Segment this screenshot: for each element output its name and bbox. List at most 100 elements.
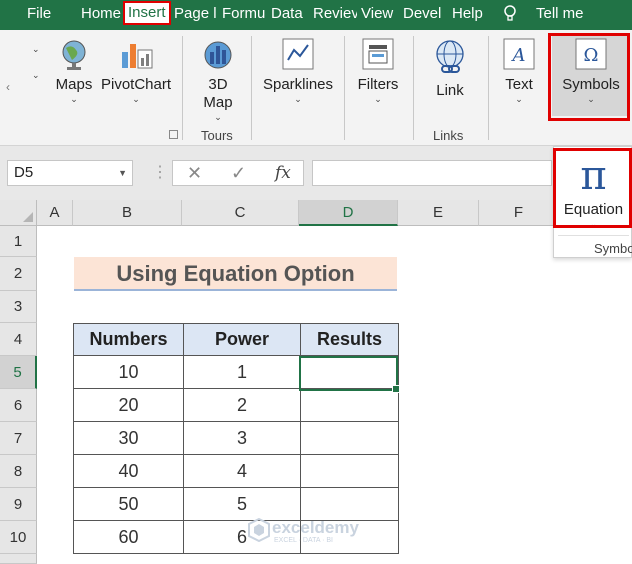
row-header-5[interactable]: 5 [0,356,37,389]
chevron-down-icon: ⌄ [515,94,523,104]
cell-result[interactable] [300,487,399,521]
chevron-down-icon[interactable]: ⌄ [32,44,40,55]
row-header-10[interactable]: 10 [0,521,37,554]
name-box[interactable]: D5 ▼ [7,160,133,186]
pivotchart-button[interactable]: PivotChart ⌄ [100,38,172,104]
group-divider [488,36,489,140]
excel-window: File Home Insert Page l Formu Data Revie… [0,0,632,564]
row-header-4[interactable]: 4 [0,323,37,356]
watermark-tagline: EXCEL · DATA · BI [274,537,333,544]
cell-number[interactable]: 10 [73,355,184,389]
tab-review[interactable]: Reviev [313,0,357,30]
scroll-left-icon[interactable]: ‹ [6,80,10,94]
exceldemy-watermark: exceldemy EXCEL · DATA · BI [248,517,359,547]
sparklines-button[interactable]: Sparklines ⌄ [260,36,336,104]
svg-text:A: A [511,45,526,66]
column-header-a[interactable]: A [37,200,73,226]
row-header-6[interactable]: 6 [0,389,37,422]
group-divider [413,36,414,140]
tab-home[interactable]: Home [81,0,121,30]
highlight-symbols [548,33,630,121]
row-header-3[interactable]: 3 [0,291,37,323]
filters-label: Filters [357,76,399,93]
sparklines-icon [282,38,314,70]
link-icon [436,40,464,73]
tab-file[interactable]: File [27,0,55,30]
text-button[interactable]: A Text ⌄ [496,36,542,104]
cell-result[interactable] [300,421,399,455]
select-all-button[interactable] [0,200,37,226]
3d-map-icon [204,41,232,69]
tab-formulas[interactable]: Formu [222,0,266,30]
link-label: Link [436,82,464,99]
insert-function-icon[interactable]: fx [275,163,291,183]
cell-number[interactable]: 20 [73,388,184,422]
cell-power[interactable]: 5 [183,487,301,521]
tab-developer[interactable]: Devel [403,0,445,30]
tab-insert[interactable]: Insert [123,1,171,25]
sheet-title[interactable]: Using Equation Option [74,257,397,291]
row-header-7[interactable]: 7 [0,422,37,455]
tell-me-search[interactable]: Tell me [536,0,596,30]
name-box-value: D5 [14,164,34,181]
enter-check-icon[interactable]: ✓ [231,163,246,184]
3d-map-button[interactable]: 3D Map ⌄ [190,38,246,122]
row-header-2[interactable]: 2 [0,257,37,291]
formula-buttons: ✕ ✓ fx [172,160,304,186]
worksheet-grid: A B C D E F 1 2 3 4 5 6 7 8 9 10 Using E… [0,200,632,564]
link-button[interactable]: Link [424,38,476,100]
divider [558,235,629,236]
cell-power[interactable]: 2 [183,388,301,422]
cancel-icon[interactable]: ✕ [187,163,202,184]
text-box-icon: A [503,38,535,70]
globe-icon [62,40,86,70]
pivotchart-label: PivotChart [100,76,172,93]
chevron-down-icon: ⌄ [294,94,302,104]
ribbon-tab-bar: File Home Insert Page l Formu Data Revie… [0,0,632,30]
filters-icon [362,38,394,70]
header-power[interactable]: Power [183,323,301,356]
cell-power[interactable]: 1 [183,355,301,389]
links-group-label: Links [433,128,464,143]
tab-page-layout[interactable]: Page l [174,0,218,30]
cell-number[interactable]: 60 [73,520,184,554]
cell-result[interactable] [300,454,399,488]
chevron-down-icon[interactable]: ⌄ [32,70,40,81]
column-header-f[interactable]: F [479,200,559,226]
row-header-11[interactable] [0,554,37,564]
text-label: Text [505,76,533,93]
table-row: 20 2 [73,388,399,422]
header-numbers[interactable]: Numbers [73,323,184,356]
cell-number[interactable]: 40 [73,454,184,488]
cell-power[interactable]: 3 [183,421,301,455]
sparklines-label: Sparklines [262,76,334,93]
row-header-1[interactable]: 1 [0,226,37,257]
column-header-b[interactable]: B [73,200,182,226]
dialog-launcher-icon[interactable] [169,130,178,139]
lightbulb-icon [504,5,516,21]
cell-number[interactable]: 50 [73,487,184,521]
ribbon-insert: ⌄ ⌄ ‹ Maps ⌄ PivotChart ⌄ 3D Map ⌄ Tours… [0,30,632,146]
header-results[interactable]: Results [300,323,399,356]
tab-view[interactable]: View [361,0,397,30]
filters-button[interactable]: Filters ⌄ [352,36,404,104]
chevron-down-icon[interactable]: ▼ [118,161,127,185]
cell-result[interactable] [300,388,399,422]
active-cell-d5[interactable] [299,356,400,393]
row-header-8[interactable]: 8 [0,455,37,488]
column-header-d[interactable]: D [299,200,398,226]
column-header-e[interactable]: E [398,200,479,226]
tab-help[interactable]: Help [452,0,490,30]
exceldemy-logo-icon [248,517,270,543]
highlight-equation [553,148,632,228]
cell-number[interactable]: 30 [73,421,184,455]
cell-power[interactable]: 4 [183,454,301,488]
chevron-down-icon: ⌄ [70,94,78,104]
maps-button[interactable]: Maps ⌄ [52,38,96,104]
formula-bar: D5 ▼ ⋮ ✕ ✓ fx [0,146,632,200]
tab-data[interactable]: Data [271,0,309,30]
row-header-9[interactable]: 9 [0,488,37,521]
pivotchart-icon [122,44,153,69]
column-header-c[interactable]: C [182,200,299,226]
formula-input[interactable] [312,160,552,186]
